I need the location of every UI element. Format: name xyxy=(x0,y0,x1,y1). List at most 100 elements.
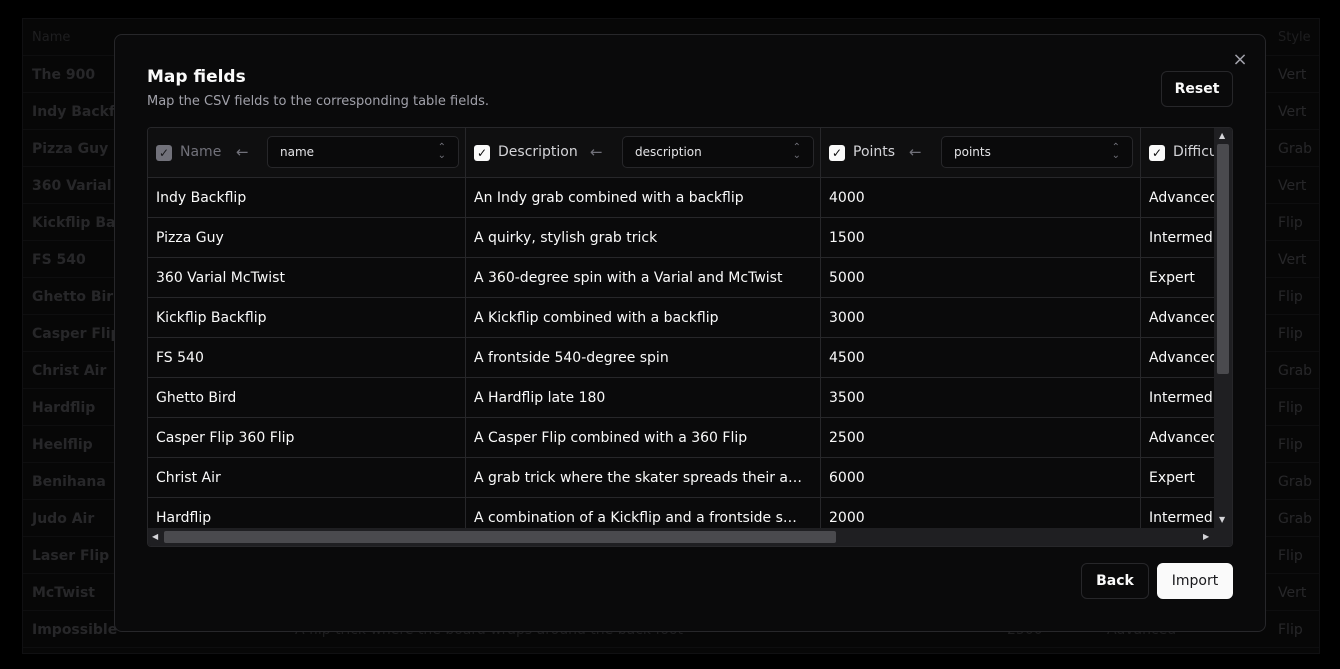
cell-description: An Indy grab combined with a backflip xyxy=(466,178,821,217)
cell-description: A Casper Flip combined with a 360 Flip xyxy=(466,418,821,457)
name-column-checkbox[interactable]: ✓ xyxy=(156,145,172,161)
cell-name: Kickflip Backflip xyxy=(148,298,466,337)
cell-difficulty: Advanced xyxy=(1141,178,1216,217)
mapping-grid-viewport[interactable]: ✓ Name ← name ⌃ ⌄ ✓ Description ← descrip… xyxy=(148,128,1216,530)
cell-points: 2500 xyxy=(821,418,1141,457)
cell-description-text: A grab trick where the skater spreads th… xyxy=(474,470,804,486)
cell-difficulty-text: Intermediate xyxy=(1149,230,1216,246)
column-header-points: ✓ Points ← points ⌃ ⌄ xyxy=(821,128,1141,177)
points-field-select[interactable]: points ⌃ ⌄ xyxy=(941,136,1133,168)
cell-name: Christ Air xyxy=(148,458,466,497)
column-label-name: Name xyxy=(180,144,222,160)
cell-name: Pizza Guy xyxy=(148,218,466,257)
cell-difficulty-text: Advanced xyxy=(1149,350,1216,366)
description-field-select[interactable]: description ⌃ ⌄ xyxy=(622,136,814,168)
cell-difficulty: Intermediate xyxy=(1141,378,1216,417)
table-row: Ghetto Bird A Hardflip late 180 3500 Interm… xyxy=(148,378,1216,418)
cell-points: 3500 xyxy=(821,378,1141,417)
reset-button[interactable]: Reset xyxy=(1161,71,1233,107)
cell-difficulty: Intermediate xyxy=(1141,498,1216,530)
table-row: Kickflip Backflip A Kickflip combined wit… xyxy=(148,298,1216,338)
cell-difficulty: Advanced xyxy=(1141,298,1216,337)
arrow-left-icon: ← xyxy=(590,143,603,161)
dialog-subtitle: Map the CSV fields to the corresponding … xyxy=(147,94,489,109)
cell-description-text: A Casper Flip combined with a 360 Flip xyxy=(474,430,748,446)
cell-points-text: 2000 xyxy=(829,510,865,526)
back-button[interactable]: Back xyxy=(1081,563,1149,599)
cell-points: 6000 xyxy=(821,458,1141,497)
cell-points: 4000 xyxy=(821,178,1141,217)
cell-name-text: Indy Backflip xyxy=(156,190,247,206)
close-icon[interactable]: × xyxy=(1231,51,1249,69)
table-row: 360 Varial McTwist A 360-degree spin with… xyxy=(148,258,1216,298)
name-field-select-value: name xyxy=(280,145,315,159)
name-field-select[interactable]: name ⌃ ⌄ xyxy=(267,136,459,168)
cell-name-text: Pizza Guy xyxy=(156,230,224,246)
cell-points: 5000 xyxy=(821,258,1141,297)
cell-description: A grab trick where the skater spreads th… xyxy=(466,458,821,497)
cell-description-text: A 360-degree spin with a Varial and McTw… xyxy=(474,270,783,286)
cell-name: FS 540 xyxy=(148,338,466,377)
cell-difficulty-text: Intermediate xyxy=(1149,510,1216,526)
points-column-checkbox[interactable]: ✓ xyxy=(829,145,845,161)
cell-description-text: A frontside 540-degree spin xyxy=(474,350,669,366)
cell-points-text: 4500 xyxy=(829,350,865,366)
chevron-updown-icon: ⌃ ⌄ xyxy=(1111,142,1120,161)
table-row: Pizza Guy A quirky, stylish grab trick 150… xyxy=(148,218,1216,258)
cell-description: A Hardflip late 180 xyxy=(466,378,821,417)
cell-points-text: 2500 xyxy=(829,430,865,446)
description-column-checkbox[interactable]: ✓ xyxy=(474,145,490,161)
cell-name: Hardflip xyxy=(148,498,466,530)
dialog-title: Map fields xyxy=(147,67,246,87)
column-header-difficulty: ✓ Difficulty xyxy=(1141,128,1216,177)
points-field-select-value: points xyxy=(954,145,991,159)
cell-name-text: Ghetto Bird xyxy=(156,390,237,406)
map-fields-dialog: × Map fields Map the CSV fields to the c… xyxy=(114,34,1266,632)
cell-points-text: 3000 xyxy=(829,310,865,326)
cell-description: A 360-degree spin with a Varial and McTw… xyxy=(466,258,821,297)
cell-name: Ghetto Bird xyxy=(148,378,466,417)
cell-name-text: FS 540 xyxy=(156,350,204,366)
cell-difficulty: Advanced xyxy=(1141,418,1216,457)
cell-difficulty-text: Expert xyxy=(1149,270,1195,286)
import-button[interactable]: Import xyxy=(1157,563,1233,599)
scroll-right-icon[interactable]: ▶ xyxy=(1203,532,1209,541)
cell-points-text: 4000 xyxy=(829,190,865,206)
cell-difficulty-text: Advanced xyxy=(1149,190,1216,206)
cell-description-text: A Kickflip combined with a backflip xyxy=(474,310,719,326)
cell-description-text: A quirky, stylish grab trick xyxy=(474,230,658,246)
chevron-updown-icon: ⌃ ⌄ xyxy=(437,142,446,161)
cell-name: Indy Backflip xyxy=(148,178,466,217)
column-header-description: ✓ Description ← description ⌃ ⌄ xyxy=(466,128,821,177)
cell-difficulty: Intermediate xyxy=(1141,218,1216,257)
scroll-down-icon[interactable]: ▼ xyxy=(1219,515,1225,524)
cell-description-text: A combination of a Kickflip and a fronts… xyxy=(474,510,804,526)
cell-difficulty-text: Intermediate xyxy=(1149,390,1216,406)
arrow-left-icon: ← xyxy=(236,143,249,161)
difficulty-column-checkbox[interactable]: ✓ xyxy=(1149,145,1165,161)
cell-points: 3000 xyxy=(821,298,1141,337)
cell-points-text: 5000 xyxy=(829,270,865,286)
cell-name: 360 Varial McTwist xyxy=(148,258,466,297)
column-header-name: ✓ Name ← name ⌃ ⌄ xyxy=(148,128,466,177)
cell-description: A frontside 540-degree spin xyxy=(466,338,821,377)
cell-name-text: Christ Air xyxy=(156,470,221,486)
vertical-scroll-thumb[interactable] xyxy=(1217,144,1229,374)
horizontal-scrollbar[interactable]: ◀ ▶ xyxy=(148,528,1216,546)
table-row: Hardflip A combination of a Kickflip and … xyxy=(148,498,1216,530)
chevron-updown-icon: ⌃ ⌄ xyxy=(792,142,801,161)
cell-points: 2000 xyxy=(821,498,1141,530)
horizontal-scroll-thumb[interactable] xyxy=(164,531,836,543)
cell-name: Casper Flip 360 Flip xyxy=(148,418,466,457)
cell-description-text: A Hardflip late 180 xyxy=(474,390,606,406)
cell-difficulty-text: Expert xyxy=(1149,470,1195,486)
cell-difficulty: Expert xyxy=(1141,458,1216,497)
cell-name-text: Kickflip Backflip xyxy=(156,310,267,326)
scrollbar-corner xyxy=(1214,528,1232,546)
table-row: Indy Backflip An Indy grab combined with … xyxy=(148,178,1216,218)
scroll-up-icon[interactable]: ▲ xyxy=(1219,131,1225,140)
scroll-left-icon[interactable]: ◀ xyxy=(152,532,158,541)
column-label-description: Description xyxy=(498,144,578,160)
vertical-scrollbar[interactable]: ▲ ▼ xyxy=(1214,128,1232,530)
cell-points-text: 3500 xyxy=(829,390,865,406)
